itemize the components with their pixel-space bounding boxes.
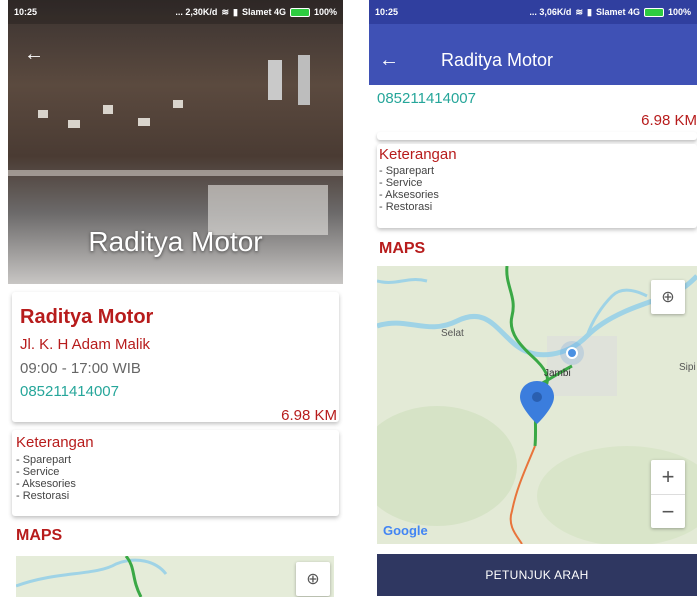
status-time: 10:25: [14, 7, 38, 17]
map-view[interactable]: ⊕: [16, 556, 334, 597]
status-bar: 10:25 ... 2,30K/d ≋ ▮ Slamet 4G 100%: [8, 0, 343, 24]
keterangan-title: Keterangan: [16, 434, 94, 451]
keterangan-list: - Sparepart - Service - Aksesories - Res…: [379, 165, 695, 213]
battery-icon: [289, 7, 310, 17]
shop-info-card: Raditya Motor Jl. K. H Adam Malik 09:00 …: [12, 292, 339, 424]
maps-title: MAPS: [379, 240, 426, 257]
map-label-sipin: Sipi: [679, 362, 696, 373]
wifi-icon: ≋: [221, 6, 229, 17]
wifi-icon: ≋: [575, 6, 583, 17]
zoom-controls: + −: [651, 460, 685, 528]
shop-info-card-edge: [377, 132, 697, 140]
list-item: - Service: [16, 466, 60, 478]
list-item: - Aksesories: [16, 478, 76, 490]
shop-distance: 6.98 KM: [281, 407, 337, 424]
map-label-selat: Selat: [441, 328, 464, 339]
keterangan-title: Keterangan: [379, 146, 457, 163]
carrier-name: Slamet 4G: [241, 7, 286, 17]
signal-icon: ▮: [586, 6, 592, 17]
my-location-icon[interactable]: ⊕: [651, 280, 685, 314]
shop-address: Jl. K. H Adam Malik: [20, 336, 151, 353]
app-bar-title: Raditya Motor: [441, 50, 554, 70]
detail-screen-left: 10:25 ... 2,30K/d ≋ ▮ Slamet 4G 100% ← R…: [8, 0, 343, 597]
list-item: - Sparepart: [16, 454, 72, 466]
app-bar: 10:25 ... 3,06K/d ≋ ▮ Slamet 4G 100% ← R…: [369, 0, 697, 85]
battery-percent: 100%: [313, 7, 337, 17]
shop-name: Raditya Motor: [20, 306, 154, 328]
carrier-name: Slamet 4G: [595, 7, 640, 17]
google-logo: Google: [383, 523, 428, 538]
shop-hours: 09:00 - 17:00 WIB: [20, 360, 141, 377]
list-item: - Sparepart: [379, 165, 435, 177]
zoom-in-icon[interactable]: +: [651, 460, 685, 494]
my-location-icon[interactable]: ⊕: [296, 562, 330, 596]
status-bar: 10:25 ... 3,06K/d ≋ ▮ Slamet 4G 100%: [369, 0, 697, 24]
keterangan-card: Keterangan - Sparepart - Service - Akses…: [377, 144, 697, 228]
network-speed: ... 3,06K/d: [529, 7, 572, 17]
zoom-out-icon[interactable]: −: [651, 494, 685, 528]
battery-percent: 100%: [667, 7, 691, 17]
directions-button[interactable]: PETUNJUK ARAH: [377, 554, 697, 596]
back-arrow-icon[interactable]: ←: [24, 44, 44, 64]
map-label-jambi: Jambi: [544, 368, 571, 379]
list-item: - Aksesories: [379, 189, 439, 201]
detail-screen-right: 10:25 ... 3,06K/d ≋ ▮ Slamet 4G 100% ← R…: [369, 0, 697, 597]
hero-title: Raditya Motor: [88, 226, 263, 257]
status-time: 10:25: [375, 7, 399, 17]
maps-title: MAPS: [16, 527, 63, 544]
list-item: - Service: [379, 177, 423, 189]
network-speed: ... 2,30K/d: [175, 7, 218, 17]
shop-phone[interactable]: 085211414007: [20, 383, 119, 400]
shop-distance: 6.98 KM: [641, 112, 697, 129]
battery-icon: [643, 7, 664, 17]
signal-icon: ▮: [232, 6, 238, 17]
shop-hero-image: 10:25 ... 2,30K/d ≋ ▮ Slamet 4G 100% ← R…: [8, 0, 343, 284]
list-item: - Restorasi: [379, 201, 433, 213]
map-view[interactable]: Selat Jambi Sipi ⊕ + − Google: [377, 266, 697, 544]
list-item: - Restorasi: [16, 490, 70, 502]
back-arrow-icon[interactable]: ←: [379, 50, 399, 70]
keterangan-card: Keterangan - Sparepart - Service - Akses…: [12, 430, 339, 516]
shop-phone[interactable]: 085211414007: [377, 90, 476, 107]
keterangan-list: - Sparepart - Service - Aksesories - Res…: [16, 454, 335, 502]
